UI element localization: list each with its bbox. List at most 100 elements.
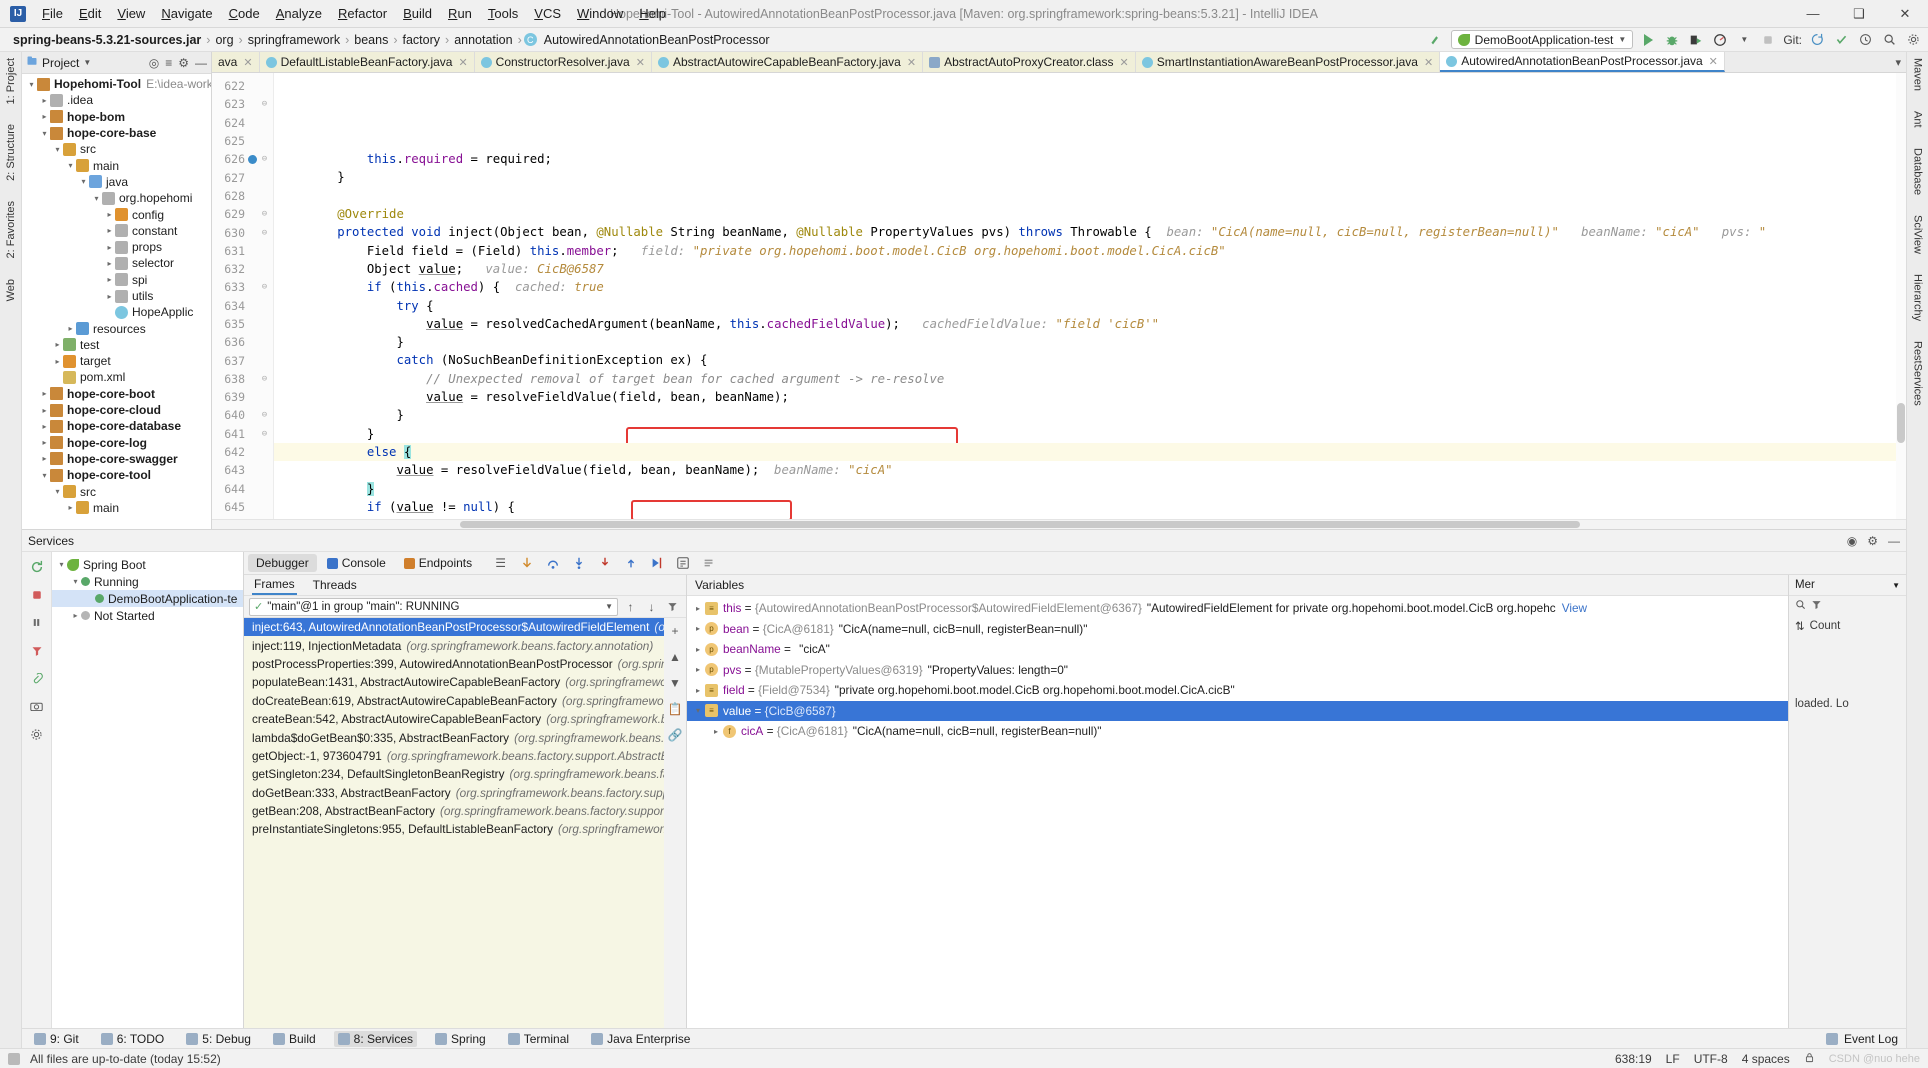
- tree-node-target[interactable]: ▸ target: [22, 353, 211, 369]
- close-icon[interactable]: ✕: [458, 56, 467, 69]
- tree-node-hopeapplic[interactable]: HopeApplic: [22, 304, 211, 320]
- tree-node-resources[interactable]: ▸ resources: [22, 320, 211, 336]
- run-with-coverage-icon[interactable]: [1687, 31, 1705, 49]
- line-number-642[interactable]: 642: [212, 443, 273, 461]
- tree-node-config[interactable]: ▸ config: [22, 206, 211, 222]
- close-icon[interactable]: ✕: [1709, 55, 1718, 68]
- services-node-demobootapplication-te[interactable]: DemoBootApplication-te: [52, 590, 243, 607]
- run-to-cursor-icon[interactable]: [648, 555, 665, 572]
- line-number-626[interactable]: 626 ⊖: [212, 150, 273, 168]
- disclosure-triangle-icon[interactable]: ▸: [104, 226, 115, 235]
- menu-navigate[interactable]: Navigate: [153, 3, 220, 24]
- code-line-640[interactable]: }: [274, 480, 1906, 498]
- line-number-638[interactable]: 638 ⊖: [212, 370, 273, 388]
- close-button[interactable]: ✕: [1882, 0, 1928, 27]
- services-tree[interactable]: ▾ Spring Boot ▾ Running DemoBootApplication-…: [52, 552, 244, 1028]
- copy-icon[interactable]: 📋: [667, 700, 684, 717]
- tree-node-hope-core-swagger[interactable]: ▸ hope-core-swagger: [22, 451, 211, 467]
- caret-position[interactable]: 638:19: [1615, 1052, 1652, 1066]
- tool-window-button-java-enterprise[interactable]: Java Enterprise: [587, 1031, 694, 1047]
- maximize-button[interactable]: ❑: [1836, 0, 1882, 27]
- chevron-down-icon[interactable]: ▼: [1618, 35, 1626, 44]
- editor-tab-defaultlistablebeanfactory-java[interactable]: DefaultListableBeanFactory.java ✕: [259, 52, 475, 72]
- breakpoint-icon[interactable]: [248, 154, 257, 164]
- lock-icon[interactable]: [1804, 1052, 1815, 1066]
- attach-icon[interactable]: [28, 670, 45, 687]
- disclosure-triangle-icon[interactable]: ▸: [104, 259, 115, 268]
- code-line-625[interactable]: @Override: [274, 205, 1906, 223]
- line-number-643[interactable]: 643: [212, 461, 273, 479]
- debugger-tab-endpoints[interactable]: Endpoints: [396, 554, 480, 572]
- tool-window-button-spring[interactable]: Spring: [431, 1031, 490, 1047]
- code-line-628[interactable]: Object value; value: CicB@6587: [274, 260, 1906, 278]
- filter-icon[interactable]: [1811, 599, 1822, 613]
- menu-code[interactable]: Code: [221, 3, 268, 24]
- filter-icon[interactable]: [664, 598, 681, 615]
- disclosure-triangle-icon[interactable]: ▸: [39, 422, 50, 431]
- line-separator[interactable]: LF: [1666, 1052, 1680, 1066]
- menu-tools[interactable]: Tools: [480, 3, 526, 24]
- add-icon[interactable]: +: [667, 622, 684, 639]
- disclosure-triangle-icon[interactable]: ▾: [65, 161, 76, 170]
- tool-window-button-build[interactable]: Build: [269, 1031, 320, 1047]
- update-project-icon[interactable]: [1808, 31, 1826, 49]
- disclosure-triangle-icon[interactable]: ▸: [104, 275, 115, 284]
- variable-row[interactable]: ▸ p beanName = "cicA": [687, 639, 1788, 660]
- disclosure-triangle-icon[interactable]: ▸: [65, 503, 76, 512]
- line-number-633[interactable]: 633 ⊖: [212, 278, 273, 296]
- status-icon[interactable]: [8, 1052, 20, 1065]
- line-number-632[interactable]: 632: [212, 260, 273, 278]
- frame-row[interactable]: postProcessProperties:399, AutowiredAnno…: [244, 655, 664, 673]
- code-line-641[interactable]: if (value != null) {: [274, 498, 1906, 516]
- disclosure-triangle-icon[interactable]: ▸: [104, 292, 115, 301]
- disclosure-triangle-icon[interactable]: ▾: [39, 471, 50, 480]
- profiler-icon[interactable]: [1711, 31, 1729, 49]
- editor-scrollbar-thumb[interactable]: [1897, 403, 1905, 443]
- tree-node-main[interactable]: ▸ main: [22, 500, 211, 516]
- frames-tab-bar[interactable]: Frames Threads: [244, 575, 686, 596]
- disclosure-triangle-icon[interactable]: ▸: [104, 243, 115, 252]
- code-line-624[interactable]: [274, 187, 1906, 205]
- code-line-622[interactable]: this.required = required;: [274, 150, 1906, 168]
- debugger-tab-debugger[interactable]: Debugger: [248, 554, 317, 572]
- menu-help[interactable]: Help: [631, 3, 674, 24]
- editor-horizontal-scrollbar[interactable]: [212, 519, 1906, 529]
- fold-icon[interactable]: ⊖: [260, 429, 269, 439]
- tree-node-hope-core-base[interactable]: ▾ hope-core-base: [22, 125, 211, 141]
- code-line-634[interactable]: // Unexpected removal of target bean for…: [274, 370, 1906, 388]
- menu-window[interactable]: Window: [569, 3, 631, 24]
- line-number-622[interactable]: 622: [212, 77, 273, 95]
- close-icon[interactable]: ✕: [1424, 56, 1433, 69]
- disclosure-triangle-icon[interactable]: ▸: [52, 357, 63, 366]
- code-line-639[interactable]: value = resolveFieldValue(field, bean, b…: [274, 461, 1906, 479]
- force-step-into-icon[interactable]: [596, 555, 613, 572]
- code-line-638[interactable]: else {: [274, 442, 1906, 462]
- variable-row[interactable]: ▾ ≡ value = {CicB@6587}: [687, 700, 1788, 721]
- frame-row[interactable]: getBean:208, AbstractBeanFactory (org.spr…: [244, 802, 664, 820]
- line-number-639[interactable]: 639: [212, 388, 273, 406]
- code-line-635[interactable]: value = resolveFieldValue(field, bean, b…: [274, 388, 1906, 406]
- run-icon[interactable]: [1639, 31, 1657, 49]
- frame-row[interactable]: getObject:-1, 973604791 (org.springframew…: [244, 747, 664, 765]
- commit-icon[interactable]: [1832, 31, 1850, 49]
- chevron-down-icon[interactable]: ▼: [605, 602, 613, 611]
- close-icon[interactable]: ✕: [636, 56, 645, 69]
- tool-window-button-sciview[interactable]: SciView: [1912, 215, 1924, 254]
- frame-row[interactable]: lambda$doGetBean$0:335, AbstractBeanFact…: [244, 728, 664, 746]
- tree-node-selector[interactable]: ▸ selector: [22, 255, 211, 271]
- file-encoding[interactable]: UTF-8: [1694, 1052, 1728, 1066]
- chevron-down-icon[interactable]: ▼: [83, 58, 91, 67]
- line-number-623[interactable]: 623 ⊖: [212, 95, 273, 113]
- chevron-down-icon[interactable]: ▼: [1735, 31, 1753, 49]
- line-number-627[interactable]: 627: [212, 168, 273, 186]
- tree-node-utils[interactable]: ▸ utils: [22, 288, 211, 304]
- move-up-icon[interactable]: ↑: [622, 598, 639, 615]
- menu-view[interactable]: View: [109, 3, 153, 24]
- tool-window-button-database[interactable]: Database: [1912, 148, 1924, 195]
- line-number-637[interactable]: 637: [212, 351, 273, 369]
- close-icon[interactable]: ✕: [1119, 56, 1128, 69]
- editor-scrollbar[interactable]: [1896, 73, 1906, 519]
- disclosure-triangle-icon[interactable]: ▸: [691, 604, 705, 613]
- tree-node-pom-xml[interactable]: pom.xml: [22, 369, 211, 385]
- line-number-628[interactable]: 628: [212, 187, 273, 205]
